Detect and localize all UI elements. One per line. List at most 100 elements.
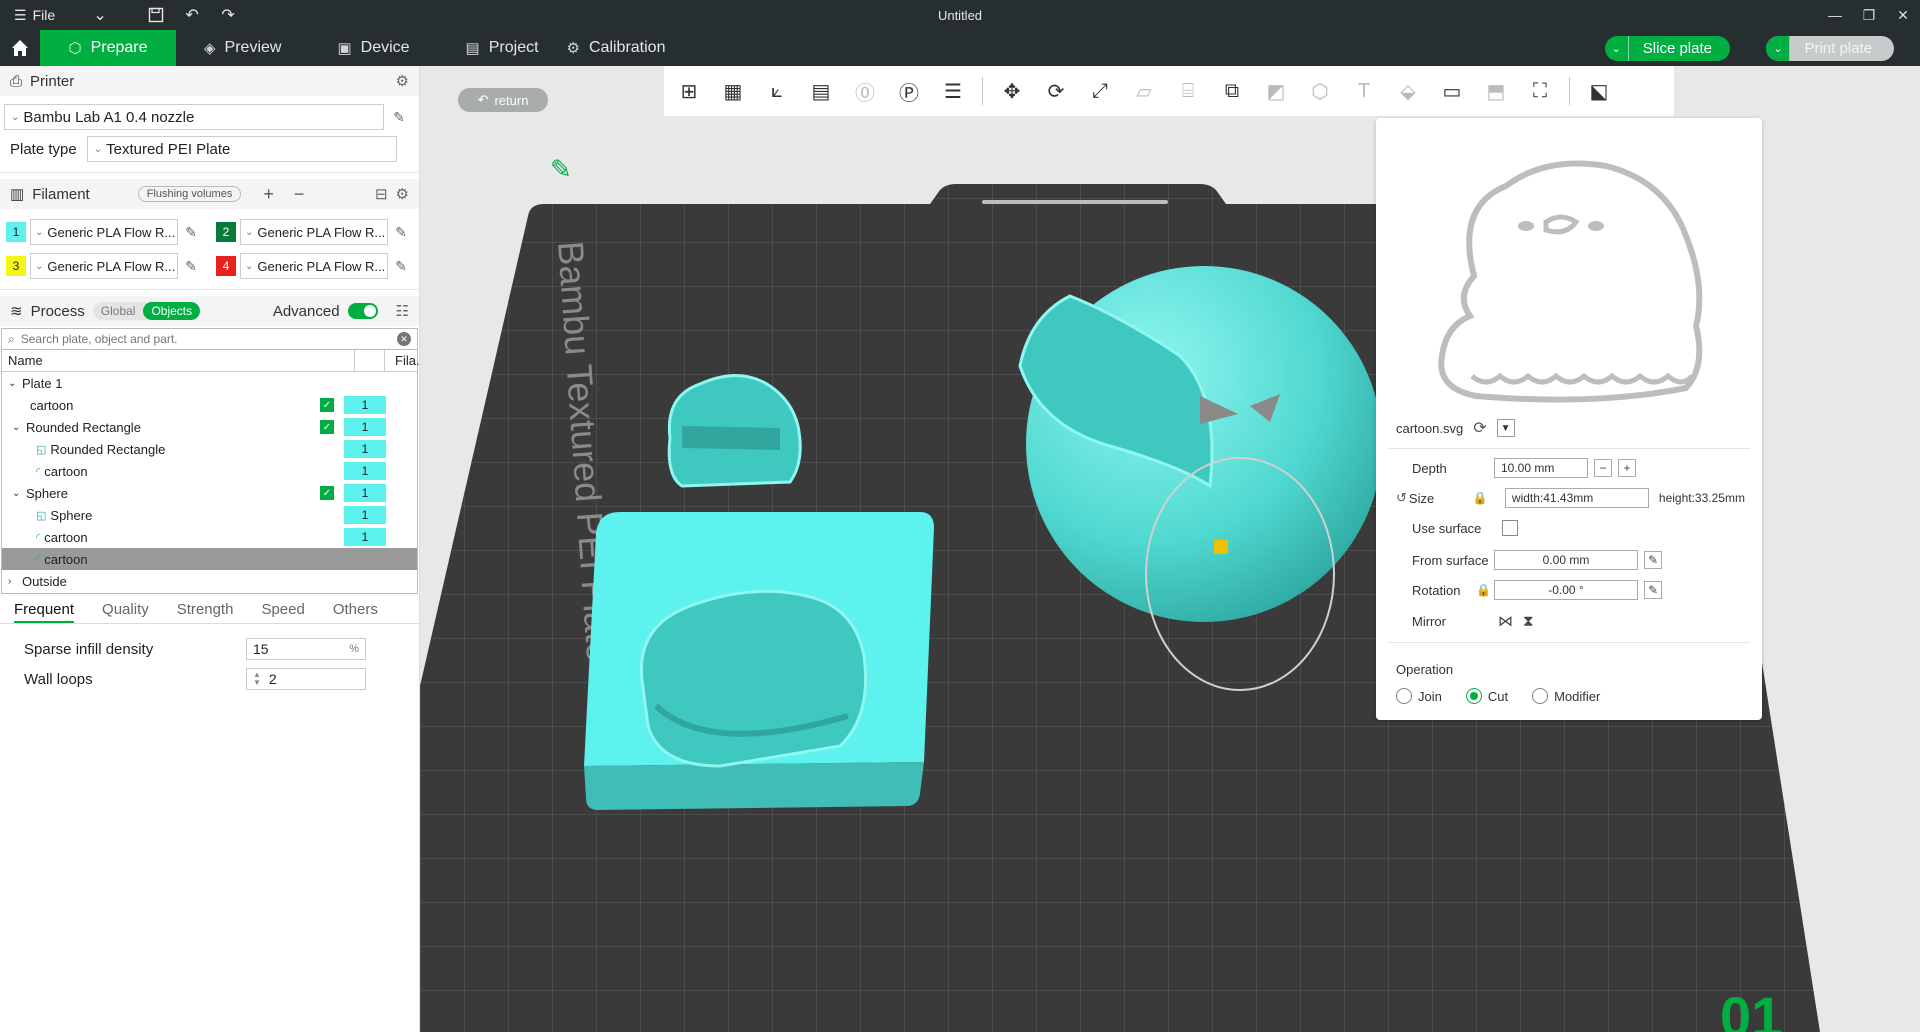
reload-icon[interactable]: ⟳ — [1473, 418, 1486, 438]
tab-calibration[interactable]: ⚙ Calibration — [567, 30, 694, 66]
visible-checkbox[interactable]: ✓ — [320, 486, 334, 500]
print-dropdown-icon[interactable]: ⌄ — [1766, 36, 1791, 61]
depth-input[interactable]: 10.00 mm — [1494, 458, 1588, 478]
op-modifier-option[interactable]: Modifier — [1532, 688, 1600, 704]
assembly-icon[interactable]: ⬒ — [1481, 76, 1511, 106]
tab-device[interactable]: ▣ Device — [309, 30, 437, 66]
tab-speed[interactable]: Speed — [261, 601, 304, 623]
layers-icon[interactable]: ☰ — [938, 76, 968, 106]
scale-icon[interactable]: ⤢ — [1085, 76, 1115, 106]
cut-icon[interactable]: ⌸ — [1173, 76, 1203, 106]
edit-filament-icon[interactable]: ✎ — [182, 257, 200, 275]
rotate-icon[interactable]: ⟳ — [1041, 76, 1071, 106]
from-surface-input[interactable]: 0.00 mm — [1494, 550, 1638, 570]
filament-item-2[interactable]: 2 ⌄ Generic PLA Flow R... ✎ — [216, 219, 426, 245]
arrange-icon[interactable]: ▤ — [806, 76, 836, 106]
split-plate-icon[interactable]: Ⓟ — [894, 76, 924, 106]
global-toggle-option[interactable]: Global — [93, 302, 144, 320]
filament-badge[interactable]: 1 — [344, 528, 386, 546]
printer-settings-icon[interactable]: ⚙ — [396, 72, 409, 90]
advanced-toggle[interactable] — [347, 303, 378, 319]
filament-badge[interactable]: 1 — [344, 462, 386, 480]
text-icon[interactable]: T — [1349, 76, 1379, 106]
view-switch-icon[interactable]: ⬕ — [1584, 76, 1614, 106]
tab-strength[interactable]: Strength — [177, 601, 234, 623]
op-cut-option[interactable]: Cut — [1465, 688, 1508, 704]
mirror-vertical-icon[interactable]: ⧗ — [1523, 613, 1534, 630]
tab-frequent[interactable]: Frequent — [14, 601, 75, 623]
plate-type-select[interactable]: ⌄ Textured PEI Plate — [86, 136, 397, 162]
seam-paint-icon[interactable]: ⬡ — [1305, 76, 1335, 106]
tab-prepare[interactable]: ⬡ Prepare — [40, 30, 176, 66]
object-search-input[interactable] — [20, 332, 391, 346]
add-filament-icon[interactable]: + — [263, 184, 274, 205]
edit-printer-icon[interactable]: ✎ — [390, 108, 408, 126]
tab-preview[interactable]: ◈ Preview — [176, 30, 309, 66]
filament-color-swatch[interactable]: 3 — [6, 256, 26, 276]
return-button[interactable]: ↶ return — [458, 88, 548, 112]
filament-badge[interactable]: 1 — [344, 418, 386, 436]
process-list-icon[interactable]: ☷ — [396, 302, 409, 320]
add-object-icon[interactable]: ⊞ — [674, 76, 704, 106]
print-plate-button[interactable]: ⌄ Print plate — [1766, 36, 1894, 61]
close-icon[interactable]: ✕ — [1886, 0, 1920, 30]
add-plate-icon[interactable]: ▦ — [718, 76, 748, 106]
filament-color-swatch[interactable]: 1 — [6, 222, 26, 242]
gizmo-handle[interactable] — [1214, 540, 1228, 554]
move-icon[interactable]: ✥ — [997, 76, 1027, 106]
edit-filament-icon[interactable]: ✎ — [182, 223, 200, 241]
lay-on-face-icon[interactable]: ⏥ — [1129, 76, 1159, 106]
expand-icon[interactable]: ⌄ — [12, 488, 22, 499]
process-scope-toggle[interactable]: Global Objects — [92, 302, 201, 320]
tree-row-part-selected[interactable]: ◜ cartoon — [2, 548, 417, 570]
clear-search-icon[interactable]: ✕ — [397, 332, 411, 346]
depth-decrease-button[interactable]: − — [1594, 459, 1612, 477]
tree-row-part[interactable]: ◜ cartoon 1 — [2, 526, 417, 548]
filament-badge[interactable]: 1 — [344, 396, 386, 414]
filament-select[interactable]: ⌄ Generic PLA Flow R... — [30, 253, 178, 279]
objects-toggle-option[interactable]: Objects — [143, 302, 201, 320]
filament-color-swatch[interactable]: 2 — [216, 222, 236, 242]
width-input[interactable]: width:41.43mm — [1504, 488, 1649, 508]
tree-row-object[interactable]: ⌄ Sphere ✓ 1 — [2, 482, 417, 504]
expand-icon[interactable]: › — [8, 576, 18, 587]
edit-from-surface-icon[interactable]: ✎ — [1644, 551, 1662, 569]
color-paint-icon[interactable]: ⬙ — [1393, 76, 1423, 106]
tree-row-outside[interactable]: › Outside — [2, 570, 417, 592]
tree-row-part[interactable]: ◱ Sphere 1 — [2, 504, 417, 526]
tab-others[interactable]: Others — [333, 601, 378, 623]
op-join-radio[interactable] — [1396, 688, 1412, 704]
rotation-input[interactable]: -0.00 ° — [1494, 580, 1638, 600]
tree-row-part[interactable]: ◱ Rounded Rectangle 1 — [2, 438, 417, 460]
wall-loops-input[interactable]: ▲ ▼ 2 — [246, 668, 366, 690]
sync-filament-icon[interactable]: ⊟ — [375, 185, 388, 203]
save-icon[interactable] — [141, 0, 171, 30]
svg-emboss-icon[interactable]: ⛶ — [1525, 76, 1555, 106]
edit-filament-icon[interactable]: ✎ — [392, 223, 410, 241]
op-modifier-radio[interactable] — [1532, 688, 1549, 704]
mirror-horizontal-icon[interactable]: ⋈ — [1498, 612, 1513, 630]
rounded-rectangle-object[interactable] — [584, 512, 934, 810]
expand-icon[interactable]: ⌄ — [8, 378, 18, 389]
chevron-down-icon[interactable]: ⌄ — [85, 0, 115, 30]
visible-checkbox[interactable]: ✓ — [320, 420, 334, 434]
minimize-icon[interactable]: — — [1818, 0, 1852, 30]
remove-filament-icon[interactable]: − — [294, 184, 305, 205]
redo-icon[interactable]: ↷ — [213, 0, 243, 30]
boolean-icon[interactable]: ⧉ — [1217, 76, 1247, 106]
lock-icon[interactable]: 🔒 — [1476, 583, 1494, 597]
filament-select[interactable]: ⌄ Generic PLA Flow R... — [30, 219, 178, 245]
svg-menu-dropdown[interactable]: ▼ — [1496, 419, 1515, 437]
support-paint-icon[interactable]: ◩ — [1261, 76, 1291, 106]
filament-badge[interactable]: 1 — [344, 506, 386, 524]
auto-orient-icon[interactable]: ⟀ — [762, 76, 792, 106]
filament-item-3[interactable]: 3 ⌄ Generic PLA Flow R... ✎ — [6, 253, 216, 279]
tree-row-object[interactable]: cartoon ✓ 1 — [2, 394, 417, 416]
restore-icon[interactable]: ❐ — [1852, 0, 1886, 30]
expand-icon[interactable]: ⌄ — [12, 422, 22, 433]
filament-badge[interactable]: 1 — [344, 440, 386, 458]
filament-settings-icon[interactable]: ⚙ — [396, 185, 409, 203]
pen-icon[interactable]: ✎ — [550, 154, 572, 185]
filament-badge[interactable]: 1 — [344, 484, 386, 502]
tree-row-object[interactable]: ⌄ Rounded Rectangle ✓ 1 — [2, 416, 417, 438]
